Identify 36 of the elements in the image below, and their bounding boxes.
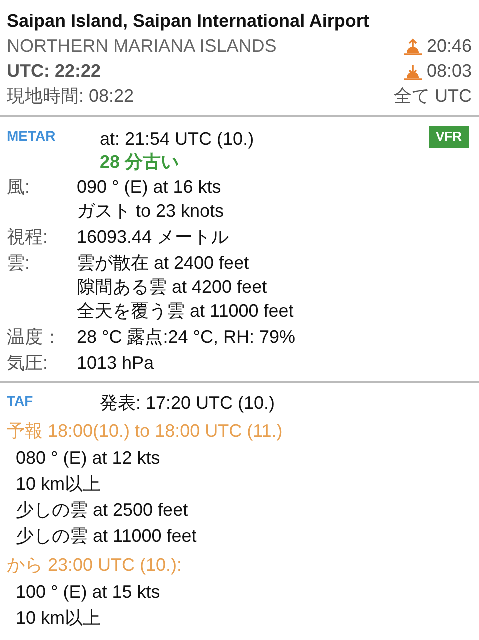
airport-title: Saipan Island, Saipan International Airport <box>7 10 370 33</box>
field-label: 視程: <box>7 226 50 249</box>
sun-time: 08:03 <box>426 60 472 83</box>
forecast-value: 080 ° (E) at 12 kts <box>15 447 162 470</box>
field-value: 1013 hPa <box>77 352 154 375</box>
field-value: 090 ° (E) at 16 kts <box>77 176 222 199</box>
forecast-value: 10 km以上 <box>15 607 102 630</box>
forecast-period: 予報 18:00(10.) to 18:00 UTC (11.) <box>7 420 284 443</box>
time-mode[interactable]: 全て UTC <box>394 84 472 109</box>
forecast-value: 少しの雲 at 2500 feet <box>15 499 190 522</box>
field-value: 隙間ある雲 at 4200 feet <box>77 276 268 299</box>
country-name: NORTHERN MARIANA ISLANDS <box>7 35 277 58</box>
field-value: 雲が散在 at 2400 feet <box>77 252 250 275</box>
observation-time: at: 21:54 UTC (10.) <box>100 128 256 151</box>
forecast-value: 100 ° (E) at 15 kts <box>15 581 162 604</box>
field-value: 16093.44 メートル <box>77 226 230 249</box>
taf-label: TAF <box>7 392 34 411</box>
sunrise-icon <box>402 38 423 56</box>
field-label: 風: <box>7 176 32 199</box>
forecast-value: 10 km以上 <box>15 473 102 496</box>
metar-label: METAR <box>7 127 57 146</box>
field-label: 気圧: <box>7 352 50 375</box>
forecast-period: から 23:00 UTC (10.): <box>7 554 184 577</box>
sun-time: 20:46 <box>426 35 472 58</box>
sunset-icon <box>402 62 423 80</box>
field-value: 全天を覆う雲 at 11000 feet <box>77 300 294 323</box>
vfr-badge: VFR <box>429 126 469 148</box>
field-value: 28 °C 露点:24 °C, RH: 79% <box>77 326 296 349</box>
issue-time: 発表: 17:20 UTC (10.) <box>100 392 276 415</box>
forecast-value: 少しの雲 at 11000 feet <box>15 525 198 548</box>
field-label: 雲: <box>7 252 32 275</box>
field-value: ガスト to 23 knots <box>77 200 224 223</box>
report-age: 28 分古い <box>100 151 180 173</box>
utc-time: UTC: 22:22 <box>7 60 102 83</box>
field-label: 温度： <box>7 326 62 349</box>
local-time: 現地時間: 08:22 <box>7 85 134 108</box>
